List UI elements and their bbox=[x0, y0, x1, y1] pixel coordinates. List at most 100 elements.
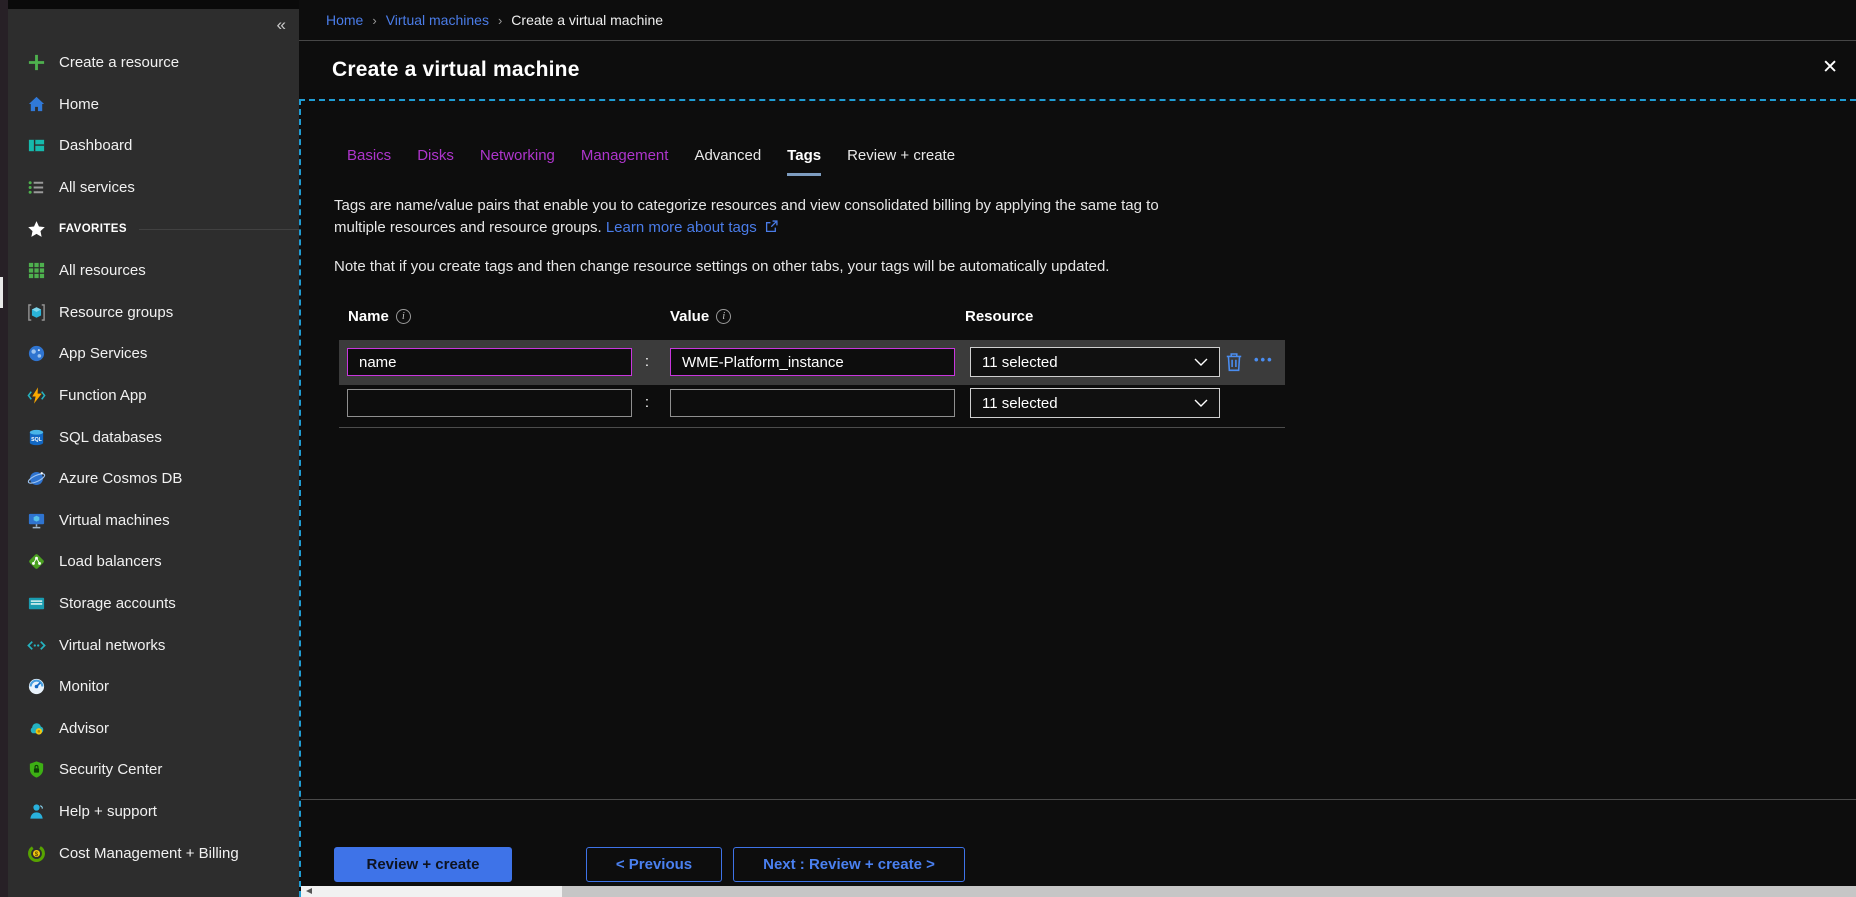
sidebar-section-favorites: FAVORITES bbox=[0, 208, 299, 250]
function-app-icon bbox=[26, 386, 46, 406]
sidebar-item-storage-accounts[interactable]: Storage accounts bbox=[0, 583, 299, 625]
sidebar-item-function-app[interactable]: Function App bbox=[0, 375, 299, 417]
page-title: Create a virtual machine bbox=[332, 58, 580, 82]
column-resource: Resource bbox=[965, 308, 1033, 325]
sidebar-item-azure-cosmos-db[interactable]: Azure Cosmos DB bbox=[0, 458, 299, 500]
breadcrumb-chevron-icon: › bbox=[372, 13, 376, 28]
sidebar-item-label: Virtual machines bbox=[59, 512, 170, 529]
sidebar-item-label: Security Center bbox=[59, 761, 162, 778]
more-options-icon[interactable]: ••• bbox=[1254, 352, 1274, 367]
advisor-icon bbox=[26, 718, 46, 738]
sidebar-item-label: Monitor bbox=[59, 678, 109, 695]
sidebar-item-label: All resources bbox=[59, 262, 146, 279]
info-icon[interactable]: i bbox=[716, 309, 731, 324]
tags-description: Tags are name/value pairs that enable yo… bbox=[334, 195, 1159, 239]
star-icon bbox=[26, 219, 46, 239]
tab-networking[interactable]: Networking bbox=[480, 147, 555, 176]
sidebar-item-label: Function App bbox=[59, 387, 147, 404]
monitor-icon bbox=[26, 677, 46, 697]
window-top-edge bbox=[0, 0, 299, 9]
sidebar-item-label: Home bbox=[59, 96, 99, 113]
sidebar-item-label: Resource groups bbox=[59, 304, 173, 321]
trash-icon[interactable] bbox=[1225, 352, 1243, 377]
footer-divider bbox=[301, 799, 1856, 800]
sidebar-item-virtual-networks[interactable]: Virtual networks bbox=[0, 624, 299, 666]
scrollbar-thumb[interactable] bbox=[562, 886, 1856, 897]
resource-dropdown[interactable]: 11 selected bbox=[970, 388, 1220, 418]
tab-review-create[interactable]: Review + create bbox=[847, 147, 955, 176]
previous-button[interactable]: < Previous bbox=[586, 847, 722, 882]
external-link-icon bbox=[765, 218, 778, 240]
info-icon[interactable]: i bbox=[396, 309, 411, 324]
tags-tab-content: Basics Disks Networking Management Advan… bbox=[299, 99, 1856, 897]
sidebar-item-app-services[interactable]: App Services bbox=[0, 333, 299, 375]
tab-bar: Basics Disks Networking Management Advan… bbox=[347, 147, 955, 176]
review-create-button[interactable]: Review + create bbox=[334, 847, 512, 882]
sidebar-item-label: Virtual networks bbox=[59, 637, 165, 654]
sidebar-section-label: FAVORITES bbox=[59, 223, 127, 235]
sidebar-item-all-services[interactable]: All services bbox=[0, 167, 299, 209]
tag-row-2: : 11 selected bbox=[339, 388, 1285, 419]
sidebar-item-advisor[interactable]: Advisor bbox=[0, 708, 299, 750]
breadcrumb-home[interactable]: Home bbox=[326, 12, 363, 28]
sidebar-item-all-resources[interactable]: All resources bbox=[0, 250, 299, 292]
sidebar-item-monitor[interactable]: Monitor bbox=[0, 666, 299, 708]
sidebar-item-security-center[interactable]: Security Center bbox=[0, 749, 299, 791]
home-icon bbox=[26, 94, 46, 114]
horizontal-scrollbar[interactable] bbox=[301, 886, 1856, 897]
description-line-1: Tags are name/value pairs that enable yo… bbox=[334, 197, 1159, 214]
storage-accounts-icon bbox=[26, 594, 46, 614]
sql-databases-icon: SQL bbox=[26, 427, 46, 447]
tag-separator: : bbox=[640, 353, 654, 370]
virtual-machines-icon bbox=[26, 510, 46, 530]
sidebar-item-label: Help + support bbox=[59, 803, 157, 820]
sidebar-collapse-button[interactable]: « bbox=[277, 15, 286, 35]
svg-text:SQL: SQL bbox=[31, 436, 43, 442]
table-divider bbox=[339, 427, 1285, 428]
resource-dropdown[interactable]: 11 selected bbox=[970, 347, 1220, 377]
sidebar-item-help-support[interactable]: Help + support bbox=[0, 791, 299, 833]
tab-management[interactable]: Management bbox=[581, 147, 669, 176]
learn-more-link[interactable]: Learn more about tags bbox=[606, 219, 757, 236]
breadcrumb-virtual-machines[interactable]: Virtual machines bbox=[386, 12, 489, 28]
sidebar-item-load-balancers[interactable]: Load balancers bbox=[0, 541, 299, 583]
sidebar-nav: Create a resource Home Dashboard All ser… bbox=[0, 42, 299, 874]
plus-icon bbox=[26, 53, 46, 73]
scroll-left-arrow-icon[interactable] bbox=[306, 888, 312, 894]
load-balancers-icon bbox=[26, 552, 46, 572]
tag-name-input[interactable] bbox=[347, 389, 632, 417]
next-button[interactable]: Next : Review + create > bbox=[733, 847, 965, 882]
favorites-divider bbox=[139, 229, 299, 230]
security-center-icon bbox=[26, 760, 46, 780]
sidebar-item-virtual-machines[interactable]: Virtual machines bbox=[0, 500, 299, 542]
virtual-networks-icon bbox=[26, 635, 46, 655]
sidebar-item-resource-groups[interactable]: Resource groups bbox=[0, 292, 299, 334]
tab-advanced[interactable]: Advanced bbox=[694, 147, 761, 176]
tab-tags[interactable]: Tags bbox=[787, 147, 821, 176]
sidebar-item-home[interactable]: Home bbox=[0, 84, 299, 126]
breadcrumb-chevron-icon: › bbox=[498, 13, 502, 28]
resource-groups-icon bbox=[26, 302, 46, 322]
tab-basics[interactable]: Basics bbox=[347, 147, 391, 176]
tag-value-input[interactable] bbox=[670, 348, 955, 376]
tag-name-input[interactable] bbox=[347, 348, 632, 376]
tab-disks[interactable]: Disks bbox=[417, 147, 454, 176]
sidebar-item-label: Cost Management + Billing bbox=[59, 845, 239, 862]
breadcrumb-current: Create a virtual machine bbox=[511, 12, 663, 28]
sidebar-item-sql-databases[interactable]: SQL SQL databases bbox=[0, 416, 299, 458]
sidebar-item-create-a-resource[interactable]: Create a resource bbox=[0, 42, 299, 84]
help-support-icon bbox=[26, 801, 46, 821]
sidebar-item-label: Storage accounts bbox=[59, 595, 176, 612]
sidebar-item-cost-management-billing[interactable]: $ Cost Management + Billing bbox=[0, 832, 299, 874]
resource-dropdown-value: 11 selected bbox=[982, 395, 1058, 412]
close-icon[interactable]: ✕ bbox=[1822, 58, 1838, 77]
tag-separator: : bbox=[640, 394, 654, 411]
tag-value-input[interactable] bbox=[670, 389, 955, 417]
sidebar-item-dashboard[interactable]: Dashboard bbox=[0, 125, 299, 167]
sidebar-item-label: SQL databases bbox=[59, 429, 162, 446]
sidebar-item-label: App Services bbox=[59, 345, 147, 362]
all-services-icon bbox=[26, 178, 46, 198]
sidebar-item-label: Load balancers bbox=[59, 553, 162, 570]
column-name: Name bbox=[348, 308, 389, 325]
description-line-2: multiple resources and resource groups. bbox=[334, 219, 602, 236]
